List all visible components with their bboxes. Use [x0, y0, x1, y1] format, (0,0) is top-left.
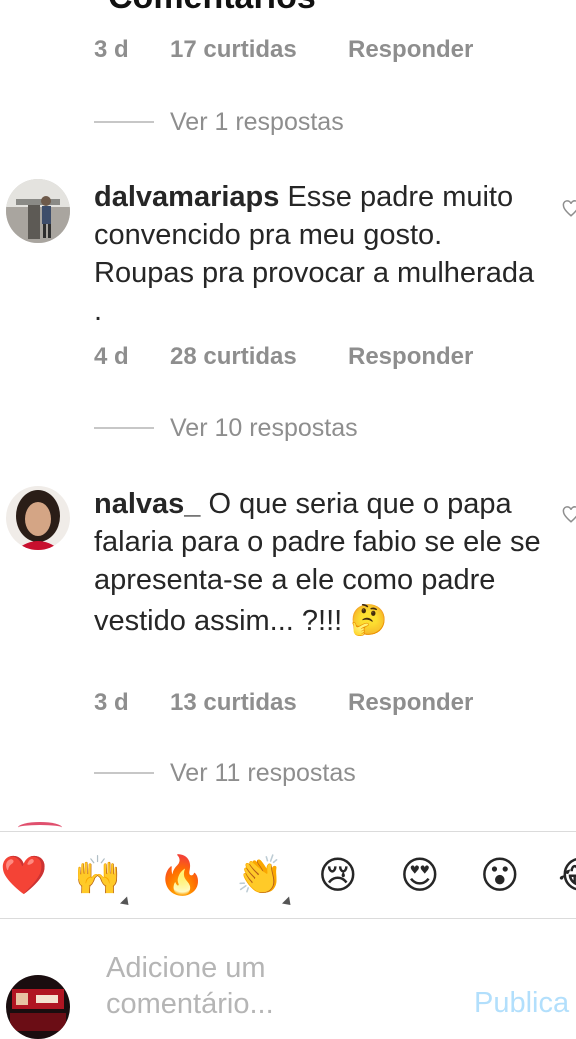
comment-input-placeholder-line2: comentário... — [106, 988, 274, 1020]
comment-time: 4 d — [94, 343, 129, 370]
publish-button[interactable]: Publica — [474, 987, 569, 1020]
replies-divider — [94, 121, 154, 123]
avatar[interactable] — [6, 486, 70, 550]
reply-button[interactable]: Responder — [348, 36, 473, 64]
comment-likes[interactable]: 28 curtidas — [170, 343, 297, 371]
view-replies-link[interactable]: Ver 10 respostas — [170, 414, 358, 443]
tears-of-joy-emoji-icon[interactable]: 😂 — [558, 853, 576, 897]
comment-username[interactable]: dalvamariaps — [94, 181, 279, 213]
emoji-overflow-clip: 😂 — [558, 853, 576, 897]
page-title: Comentários — [108, 0, 316, 17]
send-icon[interactable] — [550, 0, 576, 10]
replies-divider — [94, 772, 154, 774]
comment-input-placeholder-line1: Adicione um — [106, 952, 266, 984]
comment-likes[interactable]: 17 curtidas — [170, 36, 297, 64]
comment-text: dalvamariaps Esse padre muito convencido… — [94, 178, 544, 330]
comment-likes[interactable]: 13 curtidas — [170, 689, 297, 717]
fire-emoji-icon[interactable]: 🔥 — [158, 853, 205, 897]
comment-time: 3 d — [94, 36, 129, 63]
thinking-face-icon: 🤔 — [350, 603, 388, 638]
replies-divider — [94, 427, 154, 429]
reply-button[interactable]: Responder — [348, 343, 473, 371]
like-heart-icon[interactable] — [562, 506, 576, 524]
comment-time: 3 d — [94, 689, 129, 716]
heart-emoji-icon[interactable]: ❤️ — [0, 853, 47, 897]
skin-tone-indicator-icon — [281, 896, 295, 909]
view-replies-link[interactable]: Ver 1 respostas — [170, 108, 344, 137]
comment-username[interactable]: nalvas_ — [94, 488, 200, 520]
reactions-bottom-divider — [0, 918, 576, 919]
crying-face-emoji-icon[interactable]: 😢 — [318, 853, 358, 897]
heart-eyes-emoji-icon[interactable]: 😍 — [400, 853, 440, 897]
like-heart-icon[interactable] — [562, 200, 576, 218]
raised-hands-emoji-icon[interactable]: 🙌 — [74, 853, 121, 897]
view-replies-link[interactable]: Ver 11 respostas — [170, 759, 356, 788]
skin-tone-indicator-icon — [119, 896, 133, 909]
back-arrow-icon[interactable] — [0, 0, 56, 20]
reactions-top-divider — [0, 831, 576, 832]
avatar[interactable] — [6, 179, 70, 243]
comment-input[interactable]: Adicione um comentário... — [106, 950, 274, 1022]
comment-text: nalvas_ O que seria que o papa falaria p… — [94, 485, 544, 643]
clapping-hands-emoji-icon[interactable]: 👏 — [236, 853, 283, 897]
reply-button[interactable]: Responder — [348, 689, 473, 717]
avatar — [6, 975, 70, 1039]
surprised-face-emoji-icon[interactable]: 😮 — [480, 853, 520, 897]
